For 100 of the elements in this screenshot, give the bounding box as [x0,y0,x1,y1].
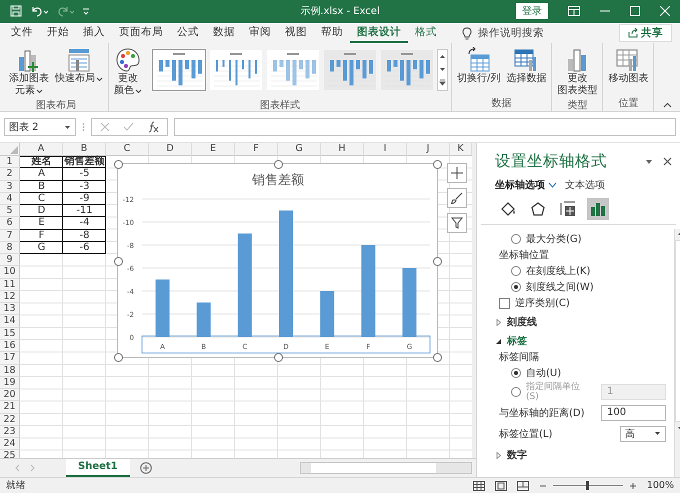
ribbon-tab[interactable]: 公式 [170,23,206,43]
ribbon-button[interactable]: 更改 图表类型 [555,45,600,99]
row-header[interactable]: 22 [0,414,20,426]
chart-style-thumbnail[interactable] [323,49,377,91]
pane-tab[interactable]: 文本选项 [565,178,605,192]
column-header[interactable]: K [450,143,472,156]
row-header[interactable]: 3 [0,180,20,193]
ribbon-tab[interactable]: 开始 [40,23,76,43]
resize-handle[interactable] [274,353,282,362]
row-header[interactable]: 1 [0,156,20,168]
resize-handle[interactable] [114,353,123,362]
expanded-triangle-icon[interactable] [495,338,502,344]
undo-icon[interactable] [30,5,48,17]
ribbon-tab[interactable]: 页面布局 [112,23,170,43]
input-field[interactable]: 100 [601,404,666,420]
column-header[interactable]: J [407,143,450,156]
ribbon-button[interactable]: 快速布局 [53,45,105,87]
row-header[interactable]: 5 [0,205,20,218]
share-button[interactable]: 共享 [619,24,672,42]
resize-handle[interactable] [433,256,442,266]
maximize-icon[interactable] [630,6,640,16]
column-header[interactable]: D [149,143,192,156]
resize-handle[interactable] [114,256,123,266]
ribbon-button[interactable]: 移动图表 [606,45,650,87]
close-icon[interactable] [663,157,672,166]
ribbon-tab[interactable]: 数据 [206,23,242,43]
row-header[interactable]: 6 [0,217,20,230]
row-header[interactable]: 23 [0,426,20,438]
ribbon-button[interactable]: 添加图表 元素 [7,45,51,99]
row-header[interactable]: 7 [0,230,20,242]
chart-filters-button[interactable] [447,213,467,233]
section-header[interactable]: 标签 [507,334,527,348]
radio-button[interactable] [511,234,521,244]
row-header[interactable]: 9 [0,254,20,266]
pane-tab[interactable]: 坐标轴选项 [495,178,557,192]
horizontal-scrollbar[interactable] [300,462,472,474]
row-header[interactable]: 17 [0,352,20,365]
row-header[interactable]: 21 [0,401,20,414]
row-header[interactable]: 15 [0,328,20,340]
column-header[interactable]: F [235,143,278,156]
column-header[interactable]: H [321,143,364,156]
radio-button[interactable] [511,266,521,276]
row-header[interactable]: 14 [0,315,20,328]
ribbon-tab[interactable]: 帮助 [314,23,350,43]
normal-view-icon[interactable] [472,480,485,490]
tell-me-search[interactable]: 操作说明搜索 [478,26,544,40]
ribbon-button[interactable]: 更改 颜色 [112,45,144,99]
bar-chart-icon[interactable] [587,198,609,220]
ribbon-button[interactable]: 选择数据 [504,45,548,87]
dropdown[interactable]: 高 [620,426,666,442]
collapsed-triangle-icon[interactable] [495,452,502,458]
sheet-tab[interactable]: Sheet1 [66,459,130,477]
row-header[interactable]: 10 [0,266,20,279]
ribbon-display-icon[interactable] [568,6,580,16]
section-header[interactable]: 数字 [507,448,527,462]
column-header[interactable]: E [192,143,235,156]
column-header[interactable]: I [364,143,407,156]
collapsed-triangle-icon[interactable] [495,318,502,326]
chart-style-thumbnail[interactable] [380,49,434,91]
axis-selection-box[interactable] [142,336,430,354]
resize-handle[interactable] [274,160,282,169]
redo-icon[interactable] [56,5,74,17]
column-header[interactable]: G [278,143,321,156]
row-header[interactable]: 4 [0,192,20,206]
row-header[interactable]: 13 [0,303,20,316]
column-header[interactable]: A [20,143,63,156]
chart-style-thumbnail[interactable] [209,49,263,91]
collapse-ribbon-icon[interactable] [663,102,672,108]
page-layout-icon[interactable] [494,480,507,490]
chart-style-thumbnail[interactable] [266,49,320,91]
ribbon-tab[interactable]: 视图 [278,23,314,43]
resize-handle[interactable] [114,160,123,169]
section-header[interactable]: 刻度线 [507,315,537,329]
drag-handle-icon[interactable] [82,122,85,132]
chart-elements-button[interactable] [447,163,467,183]
login-button[interactable]: 登录 [516,3,548,19]
function-icon[interactable] [147,121,159,133]
formula-input[interactable] [174,118,676,136]
resize-handle[interactable] [433,160,442,169]
zoom-in-icon[interactable] [628,482,637,490]
radio-button[interactable] [511,282,521,292]
ribbon-tab[interactable]: 文件 [4,23,40,43]
save-icon[interactable] [10,5,22,17]
add-sheet-icon[interactable] [140,462,152,474]
ribbon-tab[interactable]: 插入 [76,23,112,43]
ribbon-button[interactable]: 切换行/列 [455,45,502,87]
checkbox[interactable] [499,298,510,308]
chart-styles-button[interactable] [447,188,467,208]
row-header[interactable]: 11 [0,278,20,291]
name-box[interactable]: 图表 2 [4,118,76,136]
row-header[interactable]: 20 [0,389,20,402]
row-header[interactable]: 2 [0,168,20,181]
resize-handle[interactable] [433,353,442,362]
zoom-level[interactable]: 100% [646,480,674,491]
row-header[interactable]: 18 [0,364,20,377]
row-header[interactable]: 24 [0,438,20,450]
chart-style-thumbnail[interactable] [152,49,206,91]
row-header[interactable]: 12 [0,290,20,304]
ribbon-tab[interactable]: 审阅 [242,23,278,43]
pane-options-icon[interactable] [645,158,653,164]
